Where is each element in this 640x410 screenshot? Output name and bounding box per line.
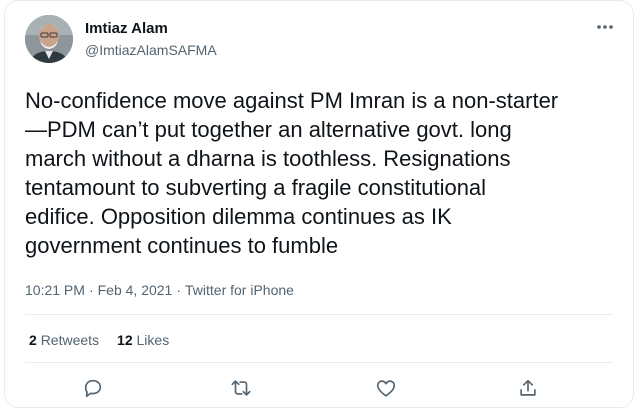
- retweet-button[interactable]: [226, 373, 256, 403]
- likes-stat[interactable]: 12 Likes: [117, 332, 169, 348]
- avatar[interactable]: [25, 15, 73, 63]
- tweet-time[interactable]: 10:21 PM: [25, 282, 85, 298]
- divider: [25, 362, 613, 363]
- likes-label: Likes: [136, 332, 170, 348]
- tweet-actions: [5, 373, 633, 403]
- reply-button[interactable]: [78, 373, 108, 403]
- tweet-text: No-confidence move against PM Imran is a…: [25, 88, 559, 258]
- heart-icon: [376, 380, 396, 397]
- tweet-source[interactable]: Twitter for iPhone: [185, 282, 294, 298]
- tweet-stats: 2 Retweets 12 Likes: [29, 332, 169, 348]
- divider: [25, 314, 613, 315]
- avatar-photo: [25, 15, 73, 63]
- meta-separator: ·: [176, 282, 182, 298]
- reply-icon: [84, 379, 102, 398]
- retweets-count: 2: [29, 332, 37, 348]
- tweet-meta: 10:21 PM · Feb 4, 2021 · Twitter for iPhone: [25, 282, 294, 298]
- share-button[interactable]: [513, 373, 543, 403]
- likes-count: 12: [117, 332, 133, 348]
- retweets-stat[interactable]: 2 Retweets: [29, 332, 99, 348]
- share-icon: [520, 379, 536, 396]
- meta-separator: ·: [88, 282, 94, 298]
- tweet-card: Imtiaz Alam @ImtiazAlamSAFMA No-confiden…: [4, 0, 634, 408]
- author-name[interactable]: Imtiaz Alam: [85, 20, 168, 37]
- more-horizontal-icon: [597, 25, 613, 29]
- retweet-icon: [231, 380, 251, 396]
- like-button[interactable]: [371, 373, 401, 403]
- author-handle[interactable]: @ImtiazAlamSAFMA: [85, 42, 217, 58]
- more-options-button[interactable]: [591, 17, 619, 37]
- retweets-label: Retweets: [40, 332, 100, 348]
- tweet-date[interactable]: Feb 4, 2021: [98, 282, 173, 298]
